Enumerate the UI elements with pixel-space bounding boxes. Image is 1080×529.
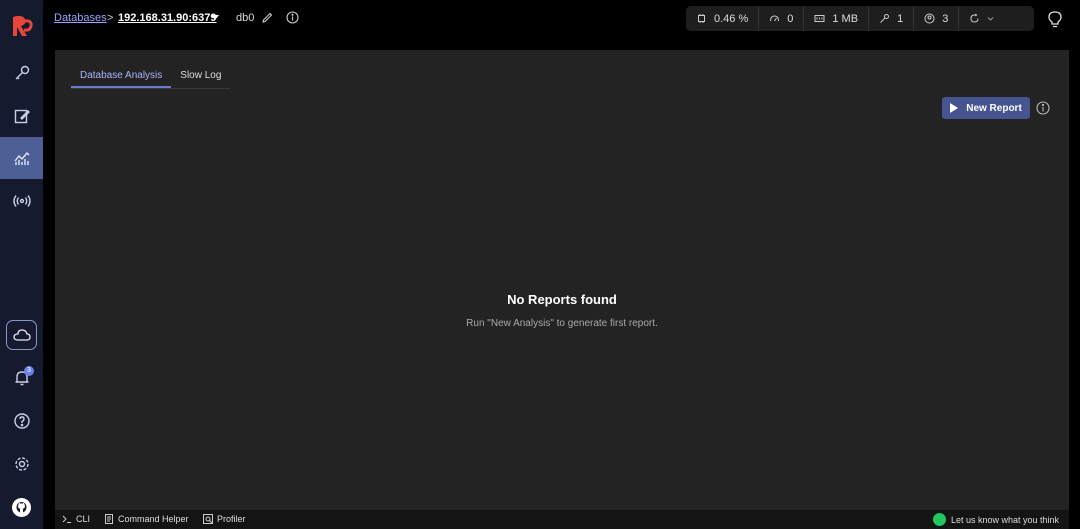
feedback-label: Let us know what you think [950, 514, 1059, 525]
stat-clients-value: 3 [942, 12, 949, 25]
new-report-button[interactable]: New Report [942, 97, 1030, 119]
lightbulb-icon[interactable] [1047, 10, 1063, 28]
notifications-button[interactable] [0, 357, 43, 399]
cpu-icon [698, 14, 705, 23]
play-icon [950, 103, 959, 113]
stat-ops-value: 0 [787, 12, 794, 25]
empty-state-subtitle: Run "New Analysis" to generate first rep… [466, 318, 658, 329]
user-icon [924, 13, 935, 24]
breadcrumb-separator: > [107, 12, 114, 24]
sidebar-item-pubsub[interactable] [0, 180, 43, 222]
help-icon [13, 413, 30, 429]
header: Databases > 192.168.31.90:6379 db0 0.46 … [43, 0, 1080, 50]
document-icon [105, 514, 113, 524]
edit-icon [14, 109, 30, 124]
tab-database-analysis[interactable]: Database Analysis [71, 66, 172, 88]
analytics-icon [13, 151, 29, 165]
feedback-icon [932, 513, 946, 526]
info-icon[interactable] [286, 11, 299, 24]
sidebar-item-workbench[interactable] [0, 95, 43, 137]
bottom-bar: CLI Command Helper Profiler Let us know … [55, 510, 1069, 529]
gear-icon [14, 457, 29, 471]
stat-cpu-value: 0.46 % [714, 12, 749, 25]
new-report-label: New Report [966, 102, 1022, 114]
sidebar-item-analytics[interactable] [0, 137, 43, 179]
breadcrumb-databases-link[interactable]: Databases [54, 12, 107, 24]
pencil-icon[interactable] [261, 12, 273, 24]
cli-button[interactable]: CLI [62, 514, 90, 524]
chevron-down-icon[interactable] [211, 15, 219, 20]
empty-state-title: No Reports found [507, 292, 617, 307]
cloud-icon [12, 329, 31, 341]
notifications-badge: 3 [24, 366, 34, 376]
feedback-link[interactable]: Let us know what you think [932, 513, 1059, 526]
refresh-button[interactable] [959, 6, 1004, 31]
pubsub-icon [12, 195, 31, 207]
key-icon [15, 65, 29, 80]
stat-keys: 1 [869, 6, 915, 31]
github-icon [16, 502, 27, 513]
stat-cpu: 0.46 % [686, 6, 760, 31]
memory-icon [814, 15, 825, 22]
terminal-icon [62, 515, 71, 523]
stat-memory: 1 MB [804, 6, 870, 31]
breadcrumb-host[interactable]: 192.168.31.90:6379 [118, 12, 216, 24]
profiler-label: Profiler [217, 514, 246, 524]
help-button[interactable] [0, 400, 43, 442]
github-button[interactable] [12, 498, 31, 517]
redis-insight-logo[interactable] [10, 13, 34, 39]
profiler-button[interactable]: Profiler [203, 514, 246, 524]
main-panel: Database Analysis Slow Log New Report No… [55, 50, 1069, 510]
cloud-button[interactable] [6, 320, 37, 350]
refresh-icon [970, 13, 979, 23]
key-icon [880, 14, 890, 23]
tab-slow-log[interactable]: Slow Log [171, 66, 230, 88]
chevron-down-icon [987, 17, 994, 21]
stat-ops: 0 [759, 6, 805, 31]
analysis-tabs: Database Analysis Slow Log [71, 66, 231, 89]
command-helper-button[interactable]: Command Helper [104, 514, 189, 524]
stat-clients: 3 [914, 6, 960, 31]
db-name: db0 [236, 12, 255, 24]
sidebar-item-browser[interactable] [0, 52, 43, 94]
command-helper-label: Command Helper [118, 514, 189, 524]
cli-label: CLI [76, 514, 91, 524]
stat-keys-value: 1 [897, 12, 904, 25]
settings-button[interactable] [0, 443, 43, 485]
stat-memory-value: 1 MB [832, 12, 859, 25]
profiler-icon [203, 514, 213, 524]
sidebar: 3 [0, 0, 43, 529]
info-icon[interactable] [1036, 101, 1050, 115]
database-stats: 0.46 % 0 1 MB 1 3 [686, 6, 1034, 31]
gauge-icon [770, 15, 780, 22]
